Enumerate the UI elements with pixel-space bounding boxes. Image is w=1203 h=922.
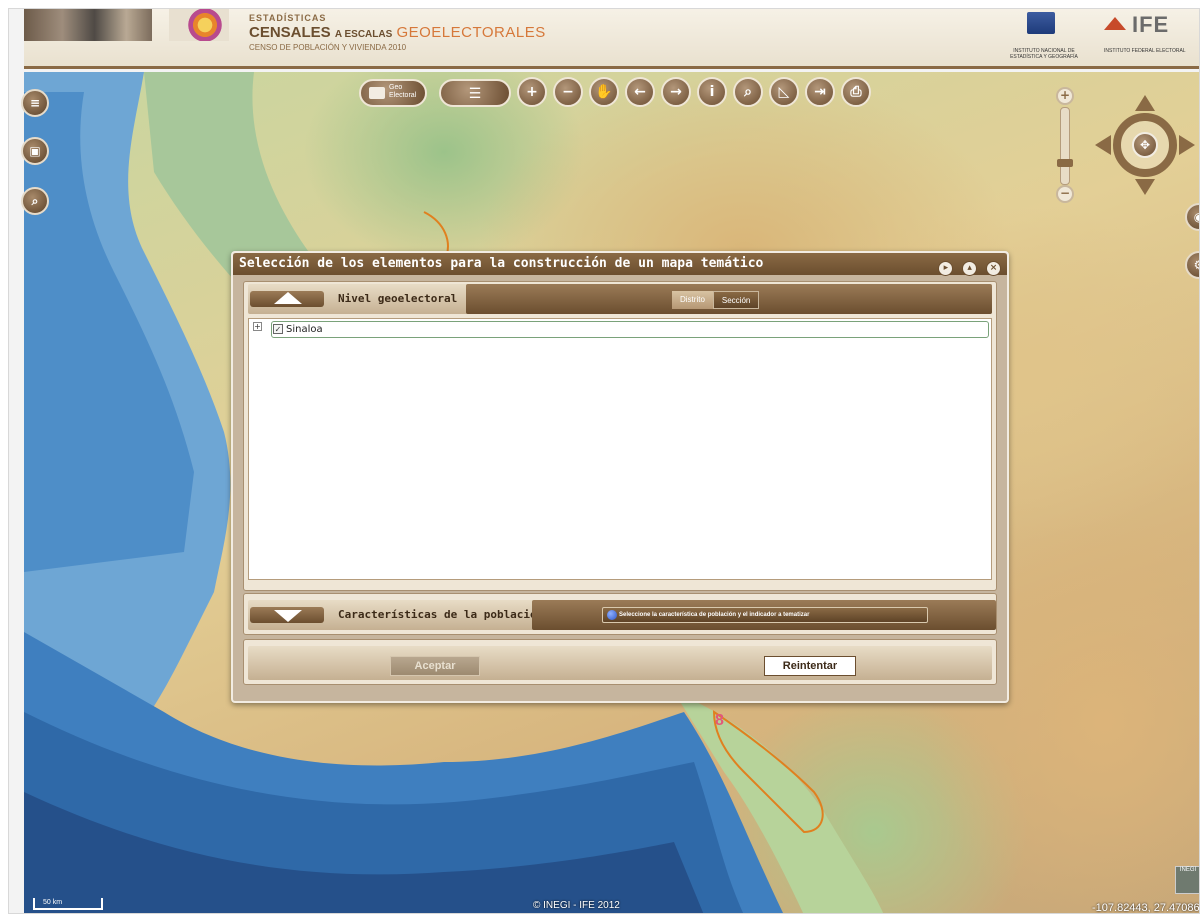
nivel-options-bar: Distrito Sección bbox=[466, 284, 992, 314]
header-sup: ESTADÍSTICAS bbox=[249, 13, 327, 23]
triangle-down-icon bbox=[274, 610, 302, 622]
geo-tree: + ✓ Sinaloa bbox=[248, 318, 992, 580]
ife-full-name: INSTITUTO FEDERAL ELECTORAL bbox=[1104, 48, 1186, 54]
nivel-panel: Nivel geoelectoral Distrito Sección + ✓ … bbox=[243, 281, 997, 591]
actions-panel: Aceptar Reintentar bbox=[243, 639, 997, 685]
pan-up-icon[interactable] bbox=[1135, 95, 1155, 111]
header-photo bbox=[24, 9, 152, 41]
ife-logo-icon bbox=[1104, 17, 1126, 33]
header-title-main: CENSALES bbox=[249, 24, 331, 41]
thematic-map-dialog: Selección de los elementos para la const… bbox=[231, 251, 1009, 703]
caracteristicas-options-bar: Seleccione la característica de població… bbox=[532, 600, 996, 630]
info-icon[interactable]: i bbox=[697, 77, 727, 107]
binoculars-icon[interactable]: ⌕ bbox=[733, 77, 763, 107]
next-icon[interactable]: ▸ bbox=[938, 261, 954, 276]
map-credit: © INEGI - IFE 2012 bbox=[533, 900, 620, 911]
option-seccion[interactable]: Sección bbox=[712, 291, 760, 309]
tree-expand-icon[interactable]: + bbox=[253, 322, 262, 331]
caracteristicas-bar: Características de la población Seleccio… bbox=[248, 600, 996, 630]
caracteristicas-panel: Características de la población Seleccio… bbox=[243, 593, 997, 635]
inegi-mini-logo: INEGI bbox=[1175, 866, 1199, 894]
layers-icon[interactable]: ≡ bbox=[21, 89, 49, 117]
tree-item-label: Sinaloa bbox=[286, 324, 323, 335]
triangle-up-icon bbox=[274, 292, 302, 304]
legend-icon[interactable]: ▣ bbox=[21, 137, 49, 165]
pan-left-icon[interactable] bbox=[1095, 135, 1111, 155]
geo-electoral-label: Geo Electoral bbox=[389, 84, 417, 99]
retry-button[interactable]: Reintentar bbox=[764, 656, 856, 676]
option-distrito[interactable]: Distrito bbox=[672, 291, 713, 309]
accept-button[interactable]: Aceptar bbox=[390, 656, 480, 676]
dialog-title: Selección de los elementos para la const… bbox=[239, 256, 764, 271]
nivel-bar: Nivel geoelectoral Distrito Sección bbox=[248, 284, 992, 314]
zoom-slider-plus-icon[interactable]: + bbox=[1056, 87, 1074, 105]
tree-item-checkbox[interactable]: ✓ bbox=[273, 324, 283, 334]
district-number-label: 8 bbox=[715, 712, 724, 729]
actions-bar: Aceptar Reintentar bbox=[248, 646, 992, 680]
inegi-name: INSTITUTO NACIONAL DE ESTADÍSTICA Y GEOG… bbox=[1010, 48, 1078, 60]
dialog-title-bar[interactable]: Selección de los elementos para la const… bbox=[233, 253, 1007, 278]
geo-electoral-button[interactable]: Geo Electoral bbox=[359, 79, 427, 107]
next-extent-icon[interactable]: → bbox=[661, 77, 691, 107]
collapse-icon[interactable]: ▴ bbox=[962, 261, 978, 276]
zoom-slider-track[interactable] bbox=[1060, 107, 1070, 185]
header-title: CENSALES A ESCALAS GEOELECTORALES bbox=[249, 24, 546, 41]
header-title-geo: GEOELECTORALES bbox=[396, 24, 546, 41]
app-frame: ESTADÍSTICAS CENSALES A ESCALAS GEOELECT… bbox=[8, 8, 1200, 914]
map-coordinates: -107.82443, 27.47086 bbox=[1092, 902, 1200, 914]
nivel-label: Nivel geoelectoral bbox=[338, 292, 458, 305]
pan-control: ✥ bbox=[1095, 95, 1195, 195]
tree-item-sinaloa[interactable]: ✓ Sinaloa bbox=[271, 321, 989, 338]
ife-name: IFE bbox=[1132, 12, 1170, 37]
caracteristicas-label: Características de la población bbox=[338, 608, 544, 621]
close-icon[interactable]: × bbox=[986, 261, 1001, 276]
info-dot-icon bbox=[607, 610, 617, 620]
censo-logo bbox=[169, 9, 229, 41]
dialog-controls: ▸ ▴ × bbox=[937, 256, 1001, 278]
pan-right-icon[interactable] bbox=[1179, 135, 1195, 155]
measure-icon[interactable]: ◺ bbox=[769, 77, 799, 107]
print-icon[interactable]: ⎙ bbox=[841, 77, 871, 107]
scale-label: 50 km bbox=[43, 899, 63, 906]
select-characteristic-label: Seleccione la característica de població… bbox=[619, 612, 810, 618]
zoom-slider-minus-icon[interactable]: − bbox=[1056, 185, 1074, 203]
layers-list-button[interactable]: ☰ bbox=[439, 79, 511, 107]
pan-down-icon[interactable] bbox=[1135, 179, 1155, 195]
caracteristicas-expand-button[interactable] bbox=[250, 607, 324, 623]
header-subtitle: CENSO DE POBLACIÓN Y VIVIENDA 2010 bbox=[249, 43, 407, 52]
nivel-collapse-button[interactable] bbox=[250, 291, 324, 307]
pan-hand-icon[interactable]: ✋ bbox=[589, 77, 619, 107]
header-banner: ESTADÍSTICAS CENSALES A ESCALAS GEOELECT… bbox=[24, 9, 1199, 69]
document-icon bbox=[369, 87, 385, 99]
header-title-mid: A ESCALAS bbox=[334, 29, 393, 40]
zoom-out-icon[interactable]: − bbox=[553, 77, 583, 107]
inegi-logo bbox=[1027, 12, 1055, 34]
select-characteristic-button[interactable]: Seleccione la característica de població… bbox=[602, 607, 928, 623]
previous-extent-icon[interactable]: ← bbox=[625, 77, 655, 107]
search-icon[interactable]: ⌕ bbox=[21, 187, 49, 215]
zoom-slider-thumb[interactable] bbox=[1057, 159, 1073, 167]
pan-center-icon[interactable]: ✥ bbox=[1132, 132, 1158, 158]
exit-icon[interactable]: ⇥ bbox=[805, 77, 835, 107]
zoom-in-icon[interactable]: + bbox=[517, 77, 547, 107]
nivel-segmented-control: Distrito Sección bbox=[672, 291, 760, 309]
